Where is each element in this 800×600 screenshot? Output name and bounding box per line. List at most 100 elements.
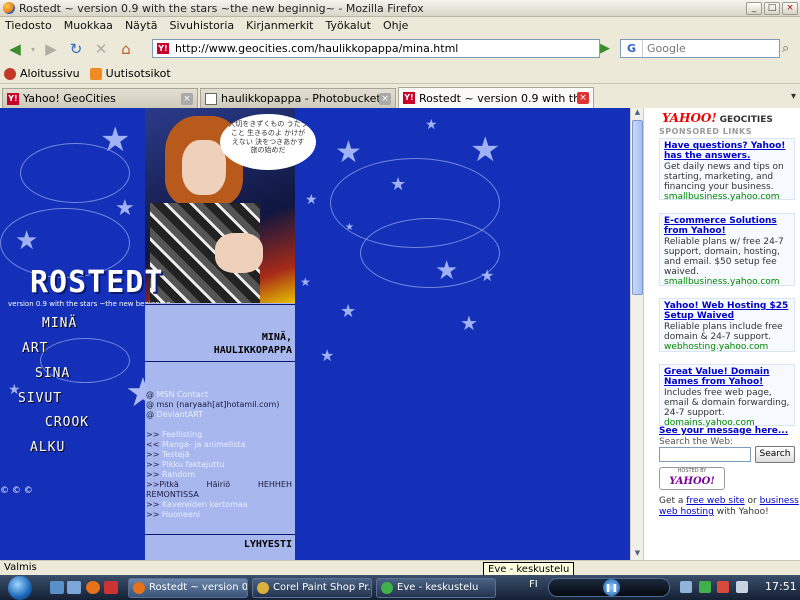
panel-body: @ MSN Contact @ msn (naryaah[at]hotamil.…: [146, 390, 292, 520]
link-row[interactable]: >> Feellisting: [146, 430, 292, 440]
messenger-tray-icon[interactable]: [698, 581, 711, 593]
tab-close-icon[interactable]: ×: [181, 92, 193, 105]
scrollbar-thumb[interactable]: [632, 120, 643, 295]
nav-mina[interactable]: MINÄ: [42, 316, 77, 331]
search-magnifier-icon[interactable]: ⌕: [782, 41, 789, 56]
menu-help[interactable]: Ohje: [383, 19, 408, 32]
contact-row[interactable]: @ MSN Contact: [146, 390, 292, 400]
scroll-up-icon[interactable]: ▲: [632, 108, 643, 119]
link-row[interactable]: >> Huoneeni: [146, 510, 292, 520]
ad-body: Reliable plans w/ free 24-7 support, dom…: [664, 237, 784, 277]
ad-url[interactable]: smallbusiness.yahoo.com: [664, 277, 790, 287]
page-link[interactable]: Testejä: [162, 450, 190, 459]
ad-block[interactable]: Have questions? Yahoo! has the answers. …: [659, 138, 795, 202]
address-bar[interactable]: Y! http://www.geocities.com/haulikkopapp…: [152, 39, 600, 58]
bookmark-uutisotsikot[interactable]: Uutisotsikot: [89, 67, 171, 80]
tab-close-icon[interactable]: ×: [379, 92, 391, 105]
close-button[interactable]: ×: [782, 1, 798, 15]
link-row[interactable]: << Manga- ja animelista: [146, 440, 292, 450]
minimize-button[interactable]: _: [746, 1, 762, 15]
bookmark-aloitussivu[interactable]: Aloitussivu: [4, 67, 80, 80]
taskbar-item-paintshop[interactable]: Corel Paint Shop Pr...: [252, 578, 372, 598]
contact-link[interactable]: DeviantART: [157, 410, 203, 419]
free-web-site-link[interactable]: free web site: [686, 496, 744, 506]
page-link[interactable]: Kavereiden kertomaa: [162, 500, 248, 509]
tab-list-icon[interactable]: ▾: [791, 91, 796, 102]
stop-button[interactable]: ✕: [90, 38, 112, 60]
link-row[interactable]: >> Random: [146, 470, 292, 480]
play-pause-icon[interactable]: ❚❚: [603, 579, 620, 596]
ad-url[interactable]: webhosting.yahoo.com: [664, 342, 790, 352]
site-logo[interactable]: ROSTEDT: [30, 265, 163, 300]
search-engine-icon[interactable]: G: [621, 40, 643, 57]
link-row[interactable]: >> Pikku faktajuttu: [146, 460, 292, 470]
row-prefix: @: [146, 400, 154, 409]
ad-title[interactable]: Yahoo! Web Hosting $25 Setup Waived: [664, 301, 790, 321]
tab-close-icon[interactable]: ×: [577, 92, 589, 104]
language-indicator[interactable]: FI: [529, 579, 538, 590]
taskbar-item-firefox[interactable]: Rostedt ~ version 0....: [128, 578, 248, 598]
network-icon[interactable]: [680, 581, 692, 593]
link-row[interactable]: >> Testejä: [146, 450, 292, 460]
nav-alku[interactable]: ALKU: [30, 440, 65, 455]
media-player-toolbar[interactable]: ❚❚: [548, 578, 670, 597]
page-scrollbar[interactable]: ▲ ▼: [630, 108, 643, 560]
menu-file[interactable]: Tiedosto: [5, 19, 52, 32]
get-a-text: Get a: [659, 496, 684, 506]
tab-yahoo-geocities[interactable]: Y! Yahoo! GeoCities ×: [2, 88, 198, 108]
reload-button[interactable]: ↻: [65, 38, 87, 60]
volume-icon[interactable]: [735, 581, 748, 593]
firefox-quicklaunch-icon[interactable]: [86, 581, 100, 594]
go-button[interactable]: ▶: [600, 41, 616, 57]
contact-row[interactable]: @ DeviantART: [146, 410, 292, 420]
ad-title[interactable]: Great Value! Domain Names from Yahoo!: [664, 367, 790, 387]
see-your-message-link[interactable]: See your message here...: [659, 426, 788, 436]
nav-sivut[interactable]: SIVUT: [18, 391, 62, 406]
sidebar-search-input[interactable]: [659, 447, 751, 462]
tab-rostedt[interactable]: Y! Rostedt ~ version 0.9 with the st... …: [398, 87, 594, 108]
link-row[interactable]: >> Kavereiden kertomaa: [146, 500, 292, 510]
home-button[interactable]: ⌂: [115, 38, 137, 60]
yahoo-geocities-logo[interactable]: YAHOO! GEOCITIES: [662, 111, 773, 125]
menu-history[interactable]: Sivuhistoria: [169, 19, 234, 32]
taskbar-item-messenger[interactable]: Eve - keskustelu: [376, 578, 496, 598]
page-link[interactable]: Random: [162, 470, 195, 479]
back-button[interactable]: ◀: [4, 38, 26, 60]
sidebar-search-button[interactable]: Search: [755, 446, 795, 463]
nav-sina[interactable]: SINA: [35, 366, 70, 381]
star-decoration: ★: [435, 256, 459, 286]
ad-block[interactable]: Yahoo! Web Hosting $25 Setup Waived Reli…: [659, 298, 795, 352]
ad-title[interactable]: Have questions? Yahoo! has the answers.: [664, 141, 790, 161]
hosted-by-yahoo-badge[interactable]: HOSTED BY YAHOO!: [659, 467, 725, 490]
ad-title[interactable]: E-commerce Solutions from Yahoo!: [664, 216, 790, 236]
maximize-button[interactable]: □: [764, 1, 780, 15]
menu-bookmarks[interactable]: Kirjanmerkit: [246, 19, 313, 32]
nav-crook[interactable]: CROOK: [45, 415, 89, 430]
media-quicklaunch-icon[interactable]: [104, 581, 118, 594]
page-link[interactable]: Feellisting: [162, 430, 202, 439]
pitka-word: Häiriö: [206, 480, 231, 489]
forward-button[interactable]: ▶: [40, 38, 62, 60]
ad-block[interactable]: E-commerce Solutions from Yahoo! Reliabl…: [659, 213, 795, 287]
page-link[interactable]: Pikku faktajuttu: [162, 460, 225, 469]
nav-art[interactable]: ART: [22, 341, 48, 356]
scroll-down-icon[interactable]: ▼: [632, 549, 643, 560]
back-dropdown-icon[interactable]: ▾: [29, 38, 37, 60]
system-clock[interactable]: 17:51: [765, 580, 797, 593]
menu-edit[interactable]: Muokkaa: [64, 19, 113, 32]
page-link[interactable]: Manga- ja animelista: [162, 440, 246, 449]
menu-tools[interactable]: Työkalut: [325, 19, 371, 32]
search-bar[interactable]: G Google: [620, 39, 780, 58]
security-icon[interactable]: [717, 581, 729, 593]
tab-photobucket[interactable]: haulikkopappa - Photobucket - Vid... ×: [200, 88, 396, 108]
show-desktop-icon[interactable]: [50, 581, 64, 594]
ad-block[interactable]: Great Value! Domain Names from Yahoo! In…: [659, 364, 795, 428]
menu-view[interactable]: Näytä: [125, 19, 158, 32]
switch-windows-icon[interactable]: [67, 581, 81, 594]
start-button[interactable]: [8, 576, 32, 600]
page-link[interactable]: Huoneeni: [162, 510, 200, 519]
status-bar: Valmis: [0, 560, 800, 575]
ad-url[interactable]: smallbusiness.yahoo.com: [664, 192, 790, 202]
contact-link[interactable]: MSN Contact: [157, 390, 209, 399]
pitka-word: HEHHEH: [257, 480, 292, 489]
